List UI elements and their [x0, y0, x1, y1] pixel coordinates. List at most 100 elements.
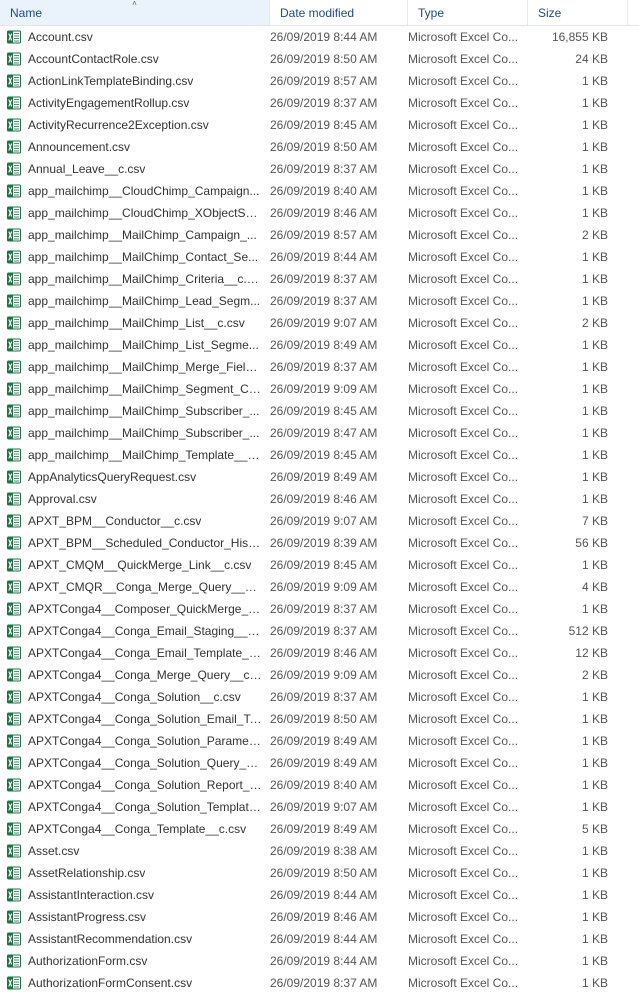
file-name-cell: AccountContactRole.csv	[6, 51, 270, 67]
file-row[interactable]: APXTConga4__Conga_Email_Staging__c.csv26…	[0, 620, 639, 642]
file-size-cell: 1 KB	[528, 404, 618, 418]
file-row[interactable]: app_mailchimp__MailChimp_Contact_Se...26…	[0, 246, 639, 268]
file-name-label: Account.csv	[28, 30, 270, 44]
file-name-label: APXTConga4__Conga_Merge_Query__c.csv	[28, 668, 270, 682]
file-row[interactable]: app_mailchimp__MailChimp_Subscriber_...2…	[0, 400, 639, 422]
file-row[interactable]: Asset.csv26/09/2019 8:38 AMMicrosoft Exc…	[0, 840, 639, 862]
excel-file-icon	[6, 843, 22, 859]
file-row[interactable]: Announcement.csv26/09/2019 8:50 AMMicros…	[0, 136, 639, 158]
file-name-label: AssistantRecommendation.csv	[28, 932, 270, 946]
file-row[interactable]: app_mailchimp__MailChimp_Merge_Field...2…	[0, 356, 639, 378]
file-size-cell: 1 KB	[528, 976, 618, 990]
file-row[interactable]: app_mailchimp__MailChimp_Template__c...2…	[0, 444, 639, 466]
file-name-label: AppAnalyticsQueryRequest.csv	[28, 470, 270, 484]
file-type-cell: Microsoft Excel Co...	[408, 448, 528, 462]
file-row[interactable]: APXTConga4__Conga_Solution__c.csv26/09/2…	[0, 686, 639, 708]
file-date-cell: 26/09/2019 8:45 AM	[270, 448, 408, 462]
file-row[interactable]: APXTConga4__Conga_Solution_Email_Te...26…	[0, 708, 639, 730]
file-row[interactable]: app_mailchimp__MailChimp_List__c.csv26/0…	[0, 312, 639, 334]
file-row[interactable]: APXTConga4__Conga_Template__c.csv26/09/2…	[0, 818, 639, 840]
file-size-cell: 1 KB	[528, 250, 618, 264]
file-name-label: APXTConga4__Conga_Solution__c.csv	[28, 690, 270, 704]
file-row[interactable]: ActivityEngagementRollup.csv26/09/2019 8…	[0, 92, 639, 114]
file-row[interactable]: Annual_Leave__c.csv26/09/2019 8:37 AMMic…	[0, 158, 639, 180]
file-name-cell: APXTConga4__Conga_Merge_Query__c.csv	[6, 667, 270, 683]
file-name-cell: Announcement.csv	[6, 139, 270, 155]
excel-file-icon	[6, 645, 22, 661]
file-size-cell: 1 KB	[528, 844, 618, 858]
file-size-cell: 56 KB	[528, 536, 618, 550]
file-size-cell: 1 KB	[528, 206, 618, 220]
file-name-cell: APXTConga4__Conga_Solution_Email_Te...	[6, 711, 270, 727]
file-row[interactable]: app_mailchimp__MailChimp_Segment_Cr...26…	[0, 378, 639, 400]
file-row[interactable]: Account.csv26/09/2019 8:44 AMMicrosoft E…	[0, 26, 639, 48]
file-row[interactable]: APXTConga4__Conga_Merge_Query__c.csv26/0…	[0, 664, 639, 686]
file-row[interactable]: APXTConga4__Composer_QuickMerge__c....26…	[0, 598, 639, 620]
file-name-label: Approval.csv	[28, 492, 270, 506]
file-row[interactable]: app_mailchimp__MailChimp_Lead_Segm...26/…	[0, 290, 639, 312]
file-size-cell: 1 KB	[528, 470, 618, 484]
file-date-cell: 26/09/2019 8:49 AM	[270, 756, 408, 770]
file-row[interactable]: ActionLinkTemplateBinding.csv26/09/2019 …	[0, 70, 639, 92]
file-date-cell: 26/09/2019 8:46 AM	[270, 910, 408, 924]
file-list: Account.csv26/09/2019 8:44 AMMicrosoft E…	[0, 26, 639, 994]
column-header-size[interactable]: Size	[528, 0, 628, 25]
file-row[interactable]: app_mailchimp__CloudChimp_XObjectSe...26…	[0, 202, 639, 224]
excel-file-icon	[6, 403, 22, 419]
file-date-cell: 26/09/2019 8:39 AM	[270, 536, 408, 550]
file-row[interactable]: AccountContactRole.csv26/09/2019 8:50 AM…	[0, 48, 639, 70]
file-type-cell: Microsoft Excel Co...	[408, 844, 528, 858]
file-row[interactable]: APXT_BPM__Conductor__c.csv26/09/2019 9:0…	[0, 510, 639, 532]
file-row[interactable]: APXTConga4__Conga_Solution_Report__c...2…	[0, 774, 639, 796]
file-type-cell: Microsoft Excel Co...	[408, 580, 528, 594]
file-size-cell: 1 KB	[528, 910, 618, 924]
file-row[interactable]: APXT_CMQR__Conga_Merge_Query__c.csv26/09…	[0, 576, 639, 598]
file-row[interactable]: app_mailchimp__MailChimp_Subscriber_...2…	[0, 422, 639, 444]
file-row[interactable]: app_mailchimp__MailChimp_List_Segme...26…	[0, 334, 639, 356]
file-size-cell: 2 KB	[528, 316, 618, 330]
file-type-cell: Microsoft Excel Co...	[408, 404, 528, 418]
file-date-cell: 26/09/2019 9:07 AM	[270, 316, 408, 330]
excel-file-icon	[6, 513, 22, 529]
file-size-cell: 1 KB	[528, 448, 618, 462]
file-row[interactable]: AppAnalyticsQueryRequest.csv26/09/2019 8…	[0, 466, 639, 488]
file-row[interactable]: APXTConga4__Conga_Email_Template__c...26…	[0, 642, 639, 664]
file-row[interactable]: AssistantInteraction.csv26/09/2019 8:44 …	[0, 884, 639, 906]
file-type-cell: Microsoft Excel Co...	[408, 74, 528, 88]
file-row[interactable]: APXTConga4__Conga_Solution_Paramete...26…	[0, 730, 639, 752]
sort-ascending-icon: ˄	[132, 0, 137, 8]
file-size-cell: 1 KB	[528, 954, 618, 968]
file-date-cell: 26/09/2019 9:07 AM	[270, 800, 408, 814]
file-row[interactable]: APXTConga4__Conga_Solution_Template...26…	[0, 796, 639, 818]
file-row[interactable]: app_mailchimp__MailChimp_Criteria__c.csv…	[0, 268, 639, 290]
excel-file-icon	[6, 161, 22, 177]
file-row[interactable]: app_mailchimp__MailChimp_Campaign_...26/…	[0, 224, 639, 246]
file-size-cell: 1 KB	[528, 558, 618, 572]
file-row[interactable]: app_mailchimp__CloudChimp_Campaign...26/…	[0, 180, 639, 202]
file-name-label: Asset.csv	[28, 844, 270, 858]
excel-file-icon	[6, 755, 22, 771]
file-size-cell: 1 KB	[528, 184, 618, 198]
file-name-label: ActivityRecurrence2Exception.csv	[28, 118, 270, 132]
file-row[interactable]: APXT_CMQM__QuickMerge_Link__c.csv26/09/2…	[0, 554, 639, 576]
file-type-cell: Microsoft Excel Co...	[408, 228, 528, 242]
file-size-cell: 1 KB	[528, 888, 618, 902]
file-row[interactable]: AssetRelationship.csv26/09/2019 8:50 AMM…	[0, 862, 639, 884]
column-header-name[interactable]: Name ˄	[0, 0, 270, 25]
column-header-type[interactable]: Type	[408, 0, 528, 25]
file-name-label: app_mailchimp__MailChimp_Campaign_...	[28, 228, 270, 242]
file-size-cell: 1 KB	[528, 74, 618, 88]
file-row[interactable]: APXT_BPM__Scheduled_Conductor_Histor...2…	[0, 532, 639, 554]
file-row[interactable]: APXTConga4__Conga_Solution_Query__c....2…	[0, 752, 639, 774]
file-row[interactable]: AuthorizationForm.csv26/09/2019 8:44 AMM…	[0, 950, 639, 972]
file-size-cell: 5 KB	[528, 822, 618, 836]
file-row[interactable]: AssistantProgress.csv26/09/2019 8:46 AMM…	[0, 906, 639, 928]
file-row[interactable]: Approval.csv26/09/2019 8:46 AMMicrosoft …	[0, 488, 639, 510]
file-row[interactable]: ActivityRecurrence2Exception.csv26/09/20…	[0, 114, 639, 136]
file-name-label: app_mailchimp__MailChimp_Lead_Segm...	[28, 294, 270, 308]
excel-file-icon	[6, 447, 22, 463]
column-header-date[interactable]: Date modified	[270, 0, 408, 25]
file-name-label: app_mailchimp__CloudChimp_Campaign...	[28, 184, 270, 198]
file-row[interactable]: AssistantRecommendation.csv26/09/2019 8:…	[0, 928, 639, 950]
file-row[interactable]: AuthorizationFormConsent.csv26/09/2019 8…	[0, 972, 639, 994]
